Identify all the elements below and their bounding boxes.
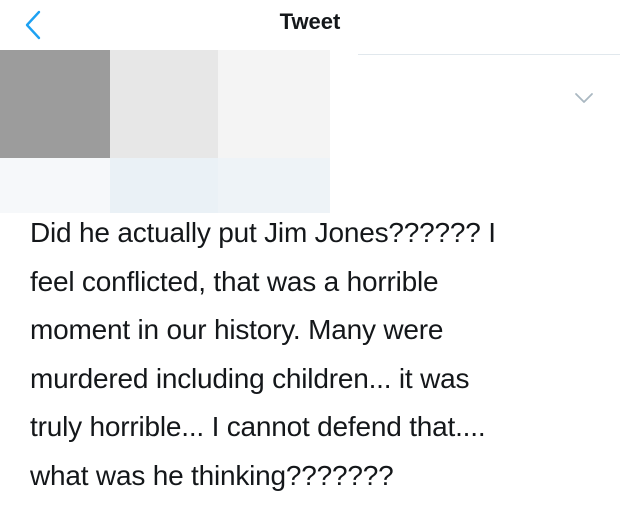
tweet-text-line: truly horrible... I cannot defend that..…: [30, 411, 486, 442]
redacted-name-block: [110, 50, 218, 158]
tweet-text-line: moment in our history. Many were: [30, 314, 444, 345]
redacted-strip-right: [218, 158, 330, 213]
redacted-strip-left: [0, 158, 110, 213]
tweet-detail-screen: Tweet Did he actually put Jim Jones?????…: [0, 0, 620, 529]
tweet-text-line: feel conflicted, that was a horrible: [30, 265, 439, 297]
tweet-text-line: murdered including children... it was: [30, 362, 470, 394]
tweet-text-line: Did he actually put Jim Jones?????? I: [30, 217, 496, 248]
header-divider: [358, 54, 620, 55]
redacted-avatar[interactable]: [0, 50, 110, 158]
tweet-text: Did he actually put Jim Jones?????? I fe…: [30, 209, 595, 500]
redacted-author-header: [0, 48, 330, 213]
navigation-bar: Tweet: [0, 0, 620, 50]
redacted-handle-block: [218, 50, 330, 158]
tweet-text-line: what was he thinking???????: [30, 459, 394, 491]
redacted-strip-middle: [110, 158, 218, 213]
page-title: Tweet: [279, 9, 341, 34]
chevron-down-icon[interactable]: [573, 90, 595, 106]
